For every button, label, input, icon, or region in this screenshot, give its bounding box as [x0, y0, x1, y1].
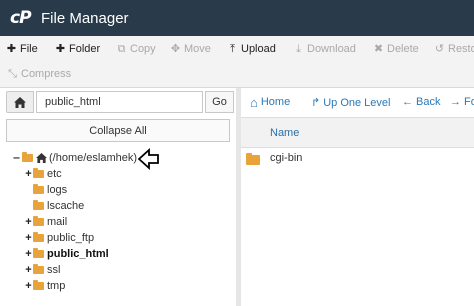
plus-icon: ✚ [55, 43, 66, 55]
tree-item-label: ssl [47, 264, 61, 276]
restore-label: Resto [448, 43, 474, 55]
delete-button[interactable]: ✖ Delete [373, 43, 419, 55]
expand-toggle[interactable]: + [24, 168, 33, 180]
file-list-row[interactable]: cgi-bin [241, 149, 474, 169]
delete-label: Delete [387, 43, 419, 55]
arrow-left-icon [138, 148, 159, 170]
tree-item-etc[interactable]: + etc [24, 167, 62, 181]
download-label: Download [307, 43, 356, 55]
restore-icon: ↺ [434, 43, 445, 55]
folder-icon [33, 168, 44, 178]
new-file-label: File [20, 43, 38, 55]
home-icon [14, 96, 26, 108]
expand-toggle[interactable]: + [24, 232, 33, 244]
tree-item-label: tmp [47, 280, 66, 292]
folder-icon [33, 280, 44, 290]
home-nav-label: Home [260, 96, 291, 108]
tree-item-label: etc [47, 168, 62, 180]
download-button[interactable]: ⤓ Download [293, 43, 356, 55]
forward-button[interactable]: → Fo [450, 96, 474, 108]
tree-item-label: (/home/eslamhek) [49, 152, 138, 164]
tree-item-ssl[interactable]: + ssl [24, 263, 60, 277]
new-folder-label: Folder [69, 43, 101, 55]
folder-icon [33, 232, 44, 242]
plus-icon: ✚ [6, 43, 17, 55]
tree-item-logs[interactable]: logs [24, 183, 67, 197]
copy-button[interactable]: ⧉ Copy [116, 43, 156, 55]
tree-item-label: public_ftp [47, 232, 95, 244]
compress-label: Compress [21, 68, 72, 80]
home-icon: ⌂ [250, 94, 258, 110]
move-icon: ✥ [170, 43, 181, 55]
home-directory-button[interactable] [6, 91, 34, 113]
navigation-bar: ⌂ Home ↱ Up One Level ← Back → Fo [241, 88, 474, 118]
column-header-name[interactable]: Name [270, 127, 299, 139]
home-icon [36, 153, 47, 163]
folder-icon [246, 153, 260, 165]
upload-icon: ⤒ [230, 43, 235, 55]
tree-item-public-html[interactable]: + public_html [24, 247, 109, 261]
compress-button[interactable]: ⤡ Compress [7, 68, 71, 80]
tree-item-home[interactable]: ‒ (/home/eslamhek) [12, 151, 137, 165]
tree-item-mail[interactable]: + mail [24, 215, 67, 229]
copy-label: Copy [130, 43, 156, 55]
move-button[interactable]: ✥ Move [170, 43, 211, 55]
folder-icon [33, 184, 44, 194]
collapse-toggle[interactable]: ‒ [12, 152, 21, 164]
file-list-header: Name [241, 118, 474, 148]
home-nav-button[interactable]: ⌂ Home [250, 94, 291, 110]
path-input[interactable] [36, 91, 203, 113]
tree-item-tmp[interactable]: + tmp [24, 279, 65, 293]
cpanel-logo: cP [10, 8, 32, 28]
back-button[interactable]: ← Back [402, 96, 440, 108]
forward-label: Fo [464, 96, 474, 108]
upload-button[interactable]: ⤒ Upload [227, 43, 276, 55]
go-button[interactable]: Go [205, 91, 234, 113]
file-name: cgi-bin [270, 152, 303, 164]
up-one-level-label: Up One Level [323, 96, 391, 109]
tree-item-lscache[interactable]: lscache [24, 199, 84, 213]
folder-icon [33, 200, 44, 210]
file-list-pane: ⌂ Home ↱ Up One Level ← Back → Fo Name c… [241, 88, 474, 306]
tree-item-label: public_html [47, 248, 109, 260]
tree-item-label: mail [47, 216, 68, 228]
folder-open-icon [22, 152, 33, 162]
tree-item-public-ftp[interactable]: + public_ftp [24, 231, 94, 245]
delete-icon: ✖ [373, 43, 384, 55]
expand-toggle[interactable]: + [24, 264, 33, 276]
download-icon: ⤓ [296, 43, 301, 55]
up-one-level-button[interactable]: ↱ Up One Level [311, 96, 391, 110]
arrow-right-icon: → [450, 96, 461, 108]
expand-toggle[interactable]: + [24, 248, 33, 260]
restore-button[interactable]: ↺ Resto [434, 43, 474, 55]
tree-item-label: logs [47, 184, 68, 196]
expand-toggle[interactable]: + [24, 280, 33, 292]
move-label: Move [184, 43, 211, 55]
app-title: File Manager [41, 10, 129, 27]
new-file-button[interactable]: ✚ File [6, 43, 38, 55]
level-up-icon: ↱ [311, 97, 321, 109]
compress-icon: ⤡ [8, 68, 17, 80]
title-bar: cP File Manager [0, 0, 474, 36]
copy-icon: ⧉ [117, 43, 126, 55]
directory-tree-pane: Go Collapse All ‒ (/home/eslamhek) + etc… [0, 88, 236, 306]
arrow-left-icon: ← [402, 96, 413, 108]
folder-icon [33, 264, 44, 274]
folder-icon [33, 248, 44, 258]
folder-icon [33, 216, 44, 226]
expand-toggle[interactable]: + [24, 216, 33, 228]
new-folder-button[interactable]: ✚ Folder [55, 43, 100, 55]
upload-label: Upload [241, 43, 276, 55]
back-label: Back [416, 96, 441, 108]
collapse-all-button[interactable]: Collapse All [6, 119, 230, 142]
tree-item-label: lscache [47, 200, 85, 212]
toolbar: ✚ File ✚ Folder ⧉ Copy ✥ Move ⤒ Upload ⤓… [0, 36, 474, 88]
